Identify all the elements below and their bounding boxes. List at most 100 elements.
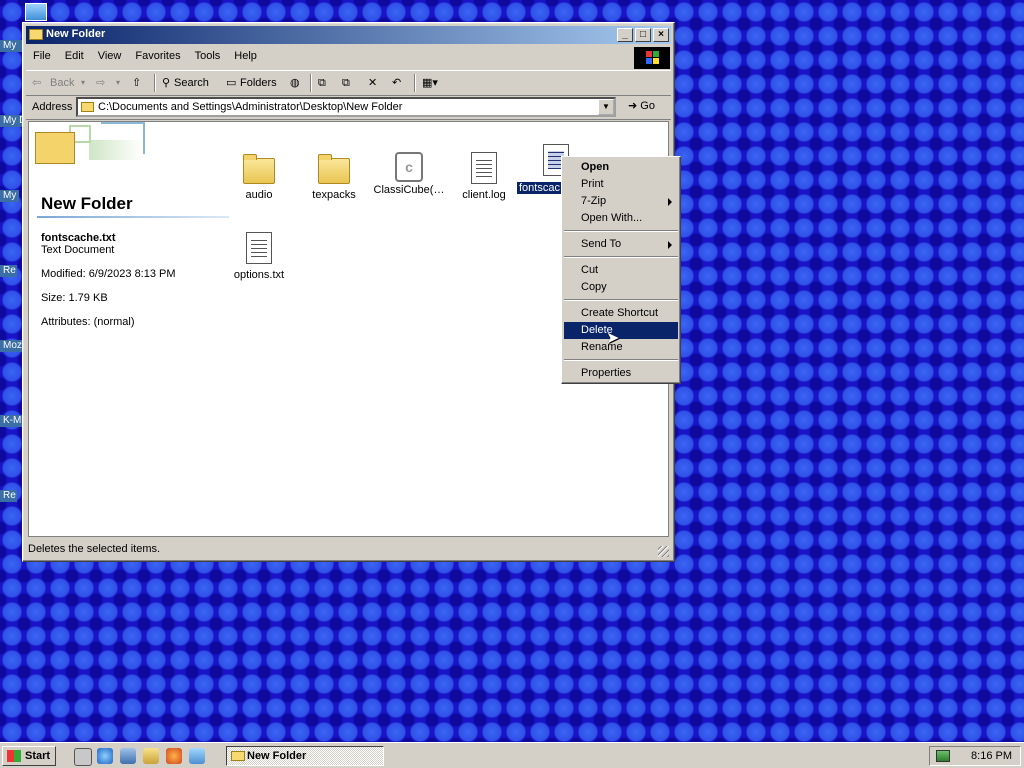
- file-attributes: Attributes: (normal): [41, 316, 135, 328]
- folder-icon: [231, 751, 245, 761]
- copy-to-icon[interactable]: ⧉: [342, 75, 350, 91]
- menu-item-properties[interactable]: Properties: [564, 365, 678, 382]
- menu-bar: File Edit View Favorites Tools Help: [26, 46, 671, 68]
- menu-item-copy[interactable]: Copy: [564, 279, 678, 296]
- desktop-icon-label[interactable]: Re: [0, 265, 17, 277]
- search-folder-icon[interactable]: [143, 748, 159, 764]
- start-button[interactable]: Start: [2, 746, 56, 766]
- folder-icon: [81, 102, 94, 112]
- address-label: Address: [32, 101, 73, 113]
- file-label: texpacks: [312, 189, 356, 201]
- submenu-arrow-icon: [668, 198, 672, 206]
- file-label: audio: [245, 189, 273, 201]
- file-item[interactable]: audio: [222, 152, 296, 201]
- banner-graphic: [101, 122, 145, 154]
- address-field[interactable]: C:\Documents and Settings\Administrator\…: [76, 97, 616, 117]
- menu-item-cut[interactable]: Cut: [564, 262, 678, 279]
- file-item[interactable]: client.log: [447, 152, 521, 201]
- menu-item-open-with[interactable]: Open With...: [564, 210, 678, 227]
- folder-large-icon: [35, 132, 75, 164]
- file-size: Size: 1.79 KB: [41, 292, 108, 304]
- forward-button[interactable]: ⇨: [96, 75, 105, 91]
- undo-icon[interactable]: ↶: [392, 75, 401, 91]
- chevron-down-icon[interactable]: ▾: [81, 75, 85, 91]
- resize-grip[interactable]: [658, 546, 669, 557]
- folder-icon: [29, 29, 43, 40]
- history-icon[interactable]: ◍: [290, 75, 300, 91]
- menu-item-open[interactable]: Open: [564, 159, 678, 176]
- menu-item-rename[interactable]: Rename: [564, 339, 678, 356]
- menu-favorites[interactable]: Favorites: [128, 46, 187, 66]
- toolbar-separator: [154, 74, 156, 92]
- menu-view[interactable]: View: [91, 46, 129, 66]
- title-bar[interactable]: New Folder _ □ ×: [26, 26, 671, 44]
- menu-tools[interactable]: Tools: [188, 46, 228, 66]
- status-bar: Deletes the selected items.: [26, 539, 671, 559]
- menu-separator: [564, 230, 678, 232]
- file-label: ClassiCube(…: [373, 184, 445, 196]
- show-desktop-icon[interactable]: [74, 748, 92, 766]
- folder-icon: [243, 154, 275, 184]
- network-icon[interactable]: [120, 748, 136, 764]
- desktop-icon-label[interactable]: My: [0, 190, 19, 202]
- mouse-cursor-icon: ➤: [606, 330, 620, 347]
- address-bar: Address C:\Documents and Settings\Admini…: [26, 95, 671, 120]
- toolbar-separator: [414, 74, 416, 92]
- selected-file-type: Text Document: [41, 244, 115, 256]
- search-button[interactable]: Search: [174, 75, 209, 91]
- delete-icon[interactable]: ✕: [368, 75, 377, 91]
- submenu-arrow-icon: [668, 241, 672, 249]
- firefox-icon[interactable]: [166, 748, 182, 764]
- details-panel: fontscache.txt Text Document Modified: 6…: [41, 232, 176, 328]
- chevron-down-icon[interactable]: ▾: [116, 75, 120, 91]
- file-label: client.log: [462, 189, 506, 201]
- menu-item-7zip[interactable]: 7-Zip: [564, 193, 678, 210]
- folders-icon: ▭: [226, 77, 237, 89]
- folder-icon: [318, 154, 350, 184]
- menu-separator: [564, 359, 678, 361]
- folder-heading: New Folder: [41, 194, 133, 213]
- text-file-icon: [246, 232, 272, 264]
- desktop-icon-label[interactable]: Re: [0, 490, 17, 502]
- selected-file-name: fontscache.txt: [41, 232, 116, 244]
- desktop-top-icon[interactable]: [25, 3, 47, 21]
- folders-button[interactable]: Folders: [240, 75, 277, 91]
- menu-help[interactable]: Help: [227, 46, 264, 66]
- menu-item-label: 7-Zip: [581, 195, 607, 207]
- taskbar-window-button[interactable]: New Folder: [226, 746, 384, 766]
- file-item[interactable]: texpacks: [297, 152, 371, 201]
- clock[interactable]: 8:16 PM: [971, 750, 1012, 762]
- menu-item-delete[interactable]: Delete: [564, 322, 678, 339]
- move-to-icon[interactable]: ⧉: [318, 75, 326, 91]
- file-item[interactable]: options.txt: [222, 232, 296, 281]
- up-folder-button[interactable]: ⇧: [132, 75, 141, 91]
- network-status-icon[interactable]: [936, 750, 950, 762]
- file-item[interactable]: c ClassiCube(…: [372, 152, 446, 196]
- context-menu: Open Print 7-Zip Open With... Send To Cu…: [561, 156, 681, 384]
- messenger-icon[interactable]: [189, 748, 205, 764]
- windows-flag-icon: [7, 750, 21, 762]
- start-label: Start: [25, 750, 51, 762]
- modified-date: Modified: 6/9/2023 8:13 PM: [41, 268, 176, 280]
- address-path[interactable]: C:\Documents and Settings\Administrator\…: [98, 101, 402, 113]
- views-icon[interactable]: ▦▾: [422, 75, 438, 91]
- taskbar: Start New Folder 8:16 PM: [0, 742, 1024, 768]
- menu-file[interactable]: File: [26, 46, 58, 66]
- menu-item-create-shortcut[interactable]: Create Shortcut: [564, 305, 678, 322]
- windows-logo-icon: [634, 47, 670, 69]
- internet-explorer-icon[interactable]: [97, 748, 113, 764]
- chevron-down-icon[interactable]: ▼: [598, 99, 614, 115]
- menu-separator: [564, 256, 678, 258]
- menu-separator: [564, 299, 678, 301]
- close-button[interactable]: ×: [653, 28, 669, 42]
- back-button[interactable]: Back: [50, 75, 74, 91]
- toolbar-separator: [310, 74, 312, 92]
- go-button[interactable]: ➜ Go: [628, 99, 655, 112]
- file-label: options.txt: [233, 269, 285, 281]
- maximize-button[interactable]: □: [635, 28, 651, 42]
- menu-edit[interactable]: Edit: [58, 46, 91, 66]
- menu-item-send-to[interactable]: Send To: [564, 236, 678, 253]
- minimize-button[interactable]: _: [617, 28, 633, 42]
- taskbar-window-label: New Folder: [247, 750, 307, 762]
- menu-item-print[interactable]: Print: [564, 176, 678, 193]
